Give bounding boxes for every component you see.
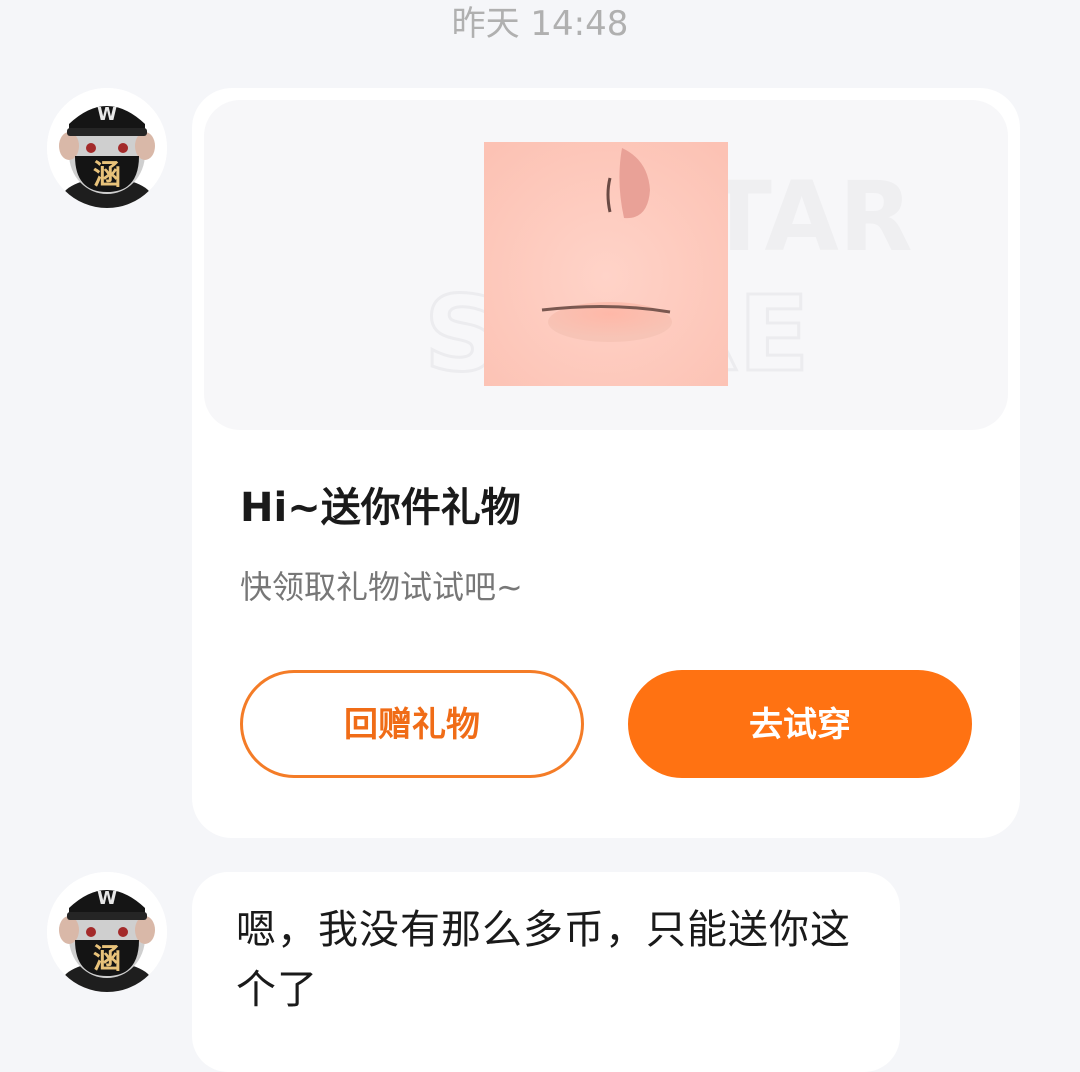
- gift-card-title: Hi~送你件礼物: [240, 485, 521, 531]
- message-bubble[interactable]: 嗯，我没有那么多币，只能送你这个了: [192, 872, 900, 1072]
- face-makeup-thumbnail[interactable]: [484, 142, 728, 386]
- badge-char: 涵: [93, 158, 121, 191]
- return-gift-button[interactable]: 回赠礼物: [240, 670, 584, 778]
- gift-card-subtitle: 快领取礼物试试吧~: [240, 568, 523, 606]
- timestamp: 昨天 14:48: [451, 4, 629, 44]
- svg-text:W: W: [97, 888, 117, 909]
- gift-banner: AVATAR STORE: [204, 100, 1008, 430]
- sender-avatar[interactable]: W 涵: [47, 872, 167, 992]
- masked-cap-avatar-icon: W 涵: [47, 872, 167, 992]
- svg-text:W: W: [97, 104, 117, 125]
- try-on-button[interactable]: 去试穿: [628, 670, 972, 778]
- gift-card[interactable]: AVATAR STORE Hi~送你件礼物 快领取礼物试试吧~ 回赠礼物 去试: [192, 88, 1020, 838]
- badge-char: 涵: [93, 942, 121, 975]
- message-text: 嗯，我没有那么多币，只能送你这个了: [236, 907, 851, 1013]
- masked-cap-avatar-icon: W 涵: [47, 88, 167, 208]
- sender-avatar[interactable]: W 涵: [47, 88, 167, 208]
